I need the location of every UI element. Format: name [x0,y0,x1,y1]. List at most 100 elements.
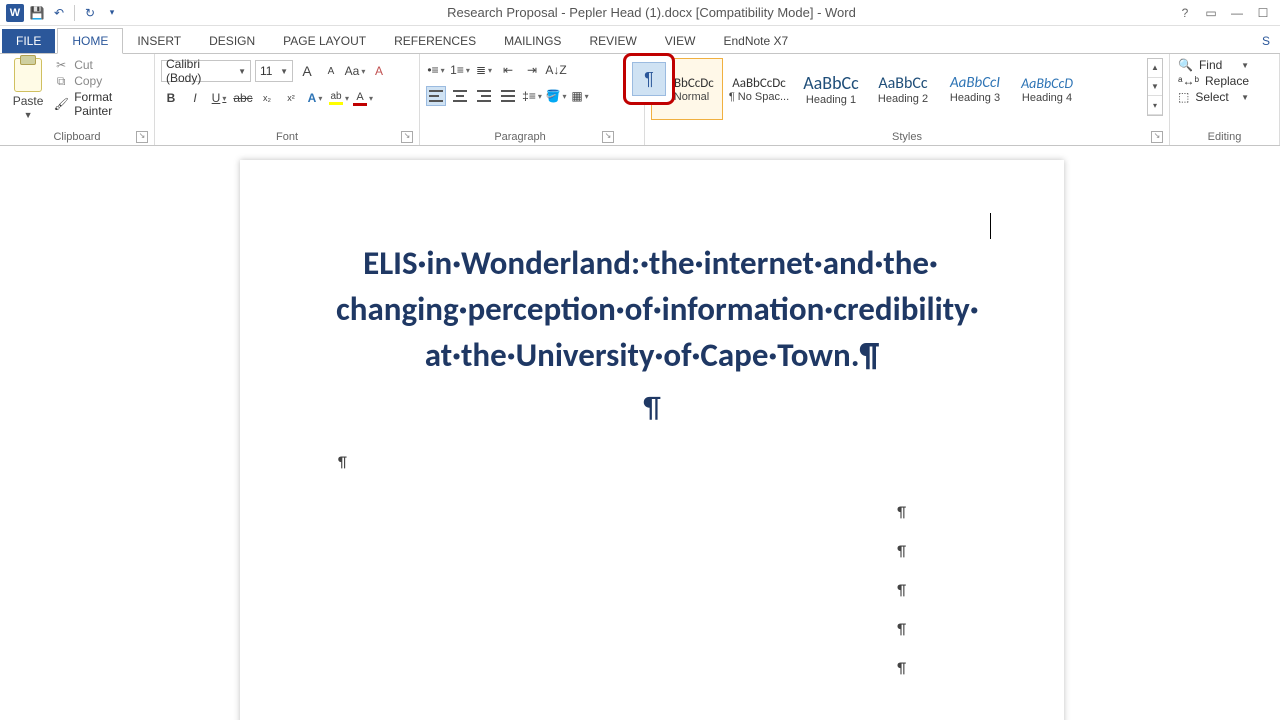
clipboard-dialog-launcher[interactable]: ↘ [136,131,148,143]
tab-file[interactable]: FILE [2,29,55,53]
superscript-button[interactable]: x² [281,88,301,108]
justify-icon [501,90,515,102]
share-button[interactable]: S [1252,29,1280,53]
sort-icon: A↓Z [545,63,566,77]
justify-button[interactable] [498,86,518,106]
page-content[interactable]: ELIS·in·Wonderland:·the·internet·and·the… [240,160,1064,689]
qat-customize[interactable]: ▾ [103,4,121,22]
increase-indent-button[interactable]: ⇥ [522,60,542,80]
font-color-button[interactable]: A [353,88,373,108]
document-area[interactable]: ELIS·in·Wonderland:·the·internet·and·the… [0,146,1280,720]
shrink-font-button[interactable]: A [321,61,341,81]
numbering-icon: 1≡ [450,63,464,77]
style-tile-heading-1[interactable]: AaBbCcHeading 1 [795,58,867,120]
style-preview: AaBbCc [878,74,927,93]
empty-paragraph-mark-right[interactable]: ¶ [336,572,906,611]
tab-view[interactable]: VIEW [651,29,710,53]
tab-mailings[interactable]: MAILINGS [490,29,575,53]
style-preview: AaBbCc [803,72,859,94]
page[interactable]: ELIS·in·Wonderland:·the·internet·and·the… [240,160,1064,720]
copy-label: Copy [74,74,102,88]
multilevel-button[interactable]: ≣ [474,60,494,80]
group-paragraph: •≡ 1≡ ≣ ⇤ ⇥ A↓Z [420,54,645,145]
sort-button[interactable]: A↓Z [546,60,566,80]
help-icon[interactable]: ? [1176,4,1194,22]
right-aligned-paragraph-marks[interactable]: ¶¶¶¶¶ [336,494,968,689]
styles-dialog-launcher[interactable]: ↘ [1151,131,1163,143]
align-center-button[interactable] [450,86,470,106]
paste-button[interactable]: Paste ▼ [4,56,52,130]
font-size-combo[interactable]: 11 ▼ [255,60,293,82]
styles-gallery[interactable]: AaBbCcDc¶ NormalAaBbCcDc¶ No Spac...AaBb… [649,56,1165,130]
styles-more-icon[interactable]: ▾ [1148,96,1162,115]
tab-endnote[interactable]: EndNote X7 [709,29,802,53]
text-effects-button[interactable]: A [305,88,325,108]
tab-design[interactable]: DESIGN [195,29,269,53]
undo-button[interactable]: ↶ [50,4,68,22]
grow-font-button[interactable]: A [297,61,317,81]
select-button[interactable]: ⬚ Select ▼ [1178,90,1249,104]
paste-dropdown-icon[interactable]: ▼ [24,110,33,120]
paragraph-dialog-launcher[interactable]: ↘ [602,131,614,143]
group-clipboard: Paste ▼ ✂ Cut ⧉ Copy 🖌 Format Painter Cl [0,54,155,145]
maximize-icon[interactable]: ☐ [1254,4,1272,22]
clear-formatting-button[interactable]: A [369,61,389,81]
numbering-button[interactable]: 1≡ [450,60,470,80]
change-case-button[interactable]: Aa [345,61,365,81]
style-tile--no-spac-[interactable]: AaBbCcDc¶ No Spac... [723,58,795,120]
shading-button[interactable]: 🪣 [546,86,566,106]
empty-paragraph-mark-right[interactable]: ¶ [336,650,906,689]
styles-expand[interactable]: ▲ ▼ ▾ [1147,58,1163,116]
qat-separator [74,5,75,21]
group-font: Calibri (Body) ▼ 11 ▼ A A Aa A B I U [155,54,420,145]
subscript-button[interactable]: x₂ [257,88,277,108]
save-button[interactable]: 💾 [28,4,46,22]
ribbon-tabs: FILE HOME INSERT DESIGN PAGE LAYOUT REFE… [0,26,1280,54]
decrease-indent-button[interactable]: ⇤ [498,60,518,80]
align-left-button[interactable] [426,86,446,106]
minimize-icon[interactable]: — [1228,4,1246,22]
empty-paragraph-mark-right[interactable]: ¶ [336,494,906,533]
chevron-down-icon: ▼ [1241,61,1249,70]
empty-heading-paragraph-mark[interactable]: ¶ [336,389,968,426]
font-name-combo[interactable]: Calibri (Body) ▼ [161,60,251,82]
copy-button[interactable]: ⧉ Copy [54,74,150,88]
borders-button[interactable]: ▦ [570,86,590,106]
group-label-paragraph: Paragraph ↘ [424,130,616,145]
highlight-button[interactable]: ab [329,88,349,108]
empty-paragraph-mark-left[interactable]: ¶ [336,454,968,472]
styles-scroll-down-icon[interactable]: ▼ [1148,78,1162,97]
line-spacing-button[interactable]: ‡≡ [522,86,542,106]
tab-home[interactable]: HOME [57,28,123,54]
document-title[interactable]: ELIS·in·Wonderland:·the·internet·and·the… [336,240,968,379]
italic-button[interactable]: I [185,88,205,108]
empty-paragraph-mark-right[interactable]: ¶ [336,611,906,650]
font-dialog-launcher[interactable]: ↘ [401,131,413,143]
title-line-1: ELIS·in·Wonderland:·the·internet·and·the… [363,243,938,283]
empty-paragraph-mark-right[interactable]: ¶ [336,533,906,572]
bullets-button[interactable]: •≡ [426,60,446,80]
tab-insert[interactable]: INSERT [123,29,195,53]
replace-button[interactable]: ᵃ↔ᵇ Replace [1178,74,1249,88]
strikethrough-button[interactable]: abc [233,88,253,108]
tab-page-layout[interactable]: PAGE LAYOUT [269,29,380,53]
find-button[interactable]: 🔍 Find ▼ [1178,58,1249,72]
redo-button[interactable]: ↻ [81,4,99,22]
show-hide-marks-button[interactable]: ¶ [632,62,666,96]
style-tile-heading-3[interactable]: AaBbCcIHeading 3 [939,58,1011,120]
tab-review[interactable]: REVIEW [575,29,650,53]
brush-icon: 🖌 [54,97,68,111]
align-right-button[interactable] [474,86,494,106]
style-name: Heading 4 [1022,92,1072,104]
format-painter-button[interactable]: 🖌 Format Painter [54,90,150,118]
title-bar: W 💾 ↶ ↻ ▾ Research Proposal - Pepler Hea… [0,0,1280,26]
tab-references[interactable]: REFERENCES [380,29,490,53]
bold-button[interactable]: B [161,88,181,108]
styles-scroll-up-icon[interactable]: ▲ [1148,59,1162,78]
cut-button[interactable]: ✂ Cut [54,58,150,72]
underline-button[interactable]: U [209,88,229,108]
cut-label: Cut [74,58,93,72]
style-tile-heading-2[interactable]: AaBbCcHeading 2 [867,58,939,120]
ribbon-display-icon[interactable]: ▭ [1202,4,1220,22]
style-tile-heading-4[interactable]: AaBbCcDHeading 4 [1011,58,1083,120]
